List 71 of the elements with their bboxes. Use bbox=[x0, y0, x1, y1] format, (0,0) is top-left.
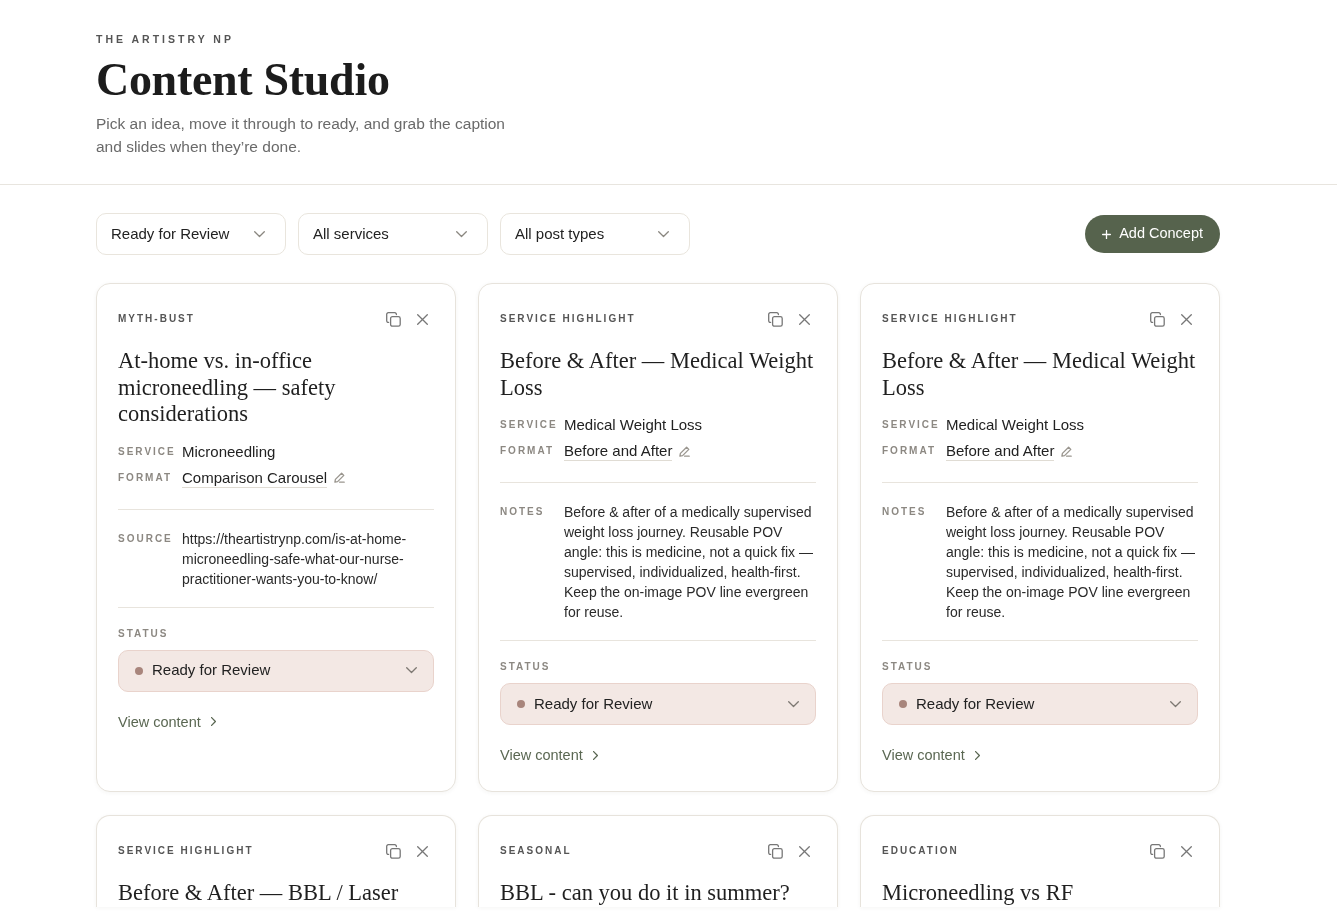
pencil-icon[interactable] bbox=[334, 472, 346, 483]
field-value: Before and After bbox=[946, 441, 1055, 461]
detail-label: NOTES bbox=[882, 505, 928, 519]
pencil-icon[interactable] bbox=[1061, 445, 1073, 457]
card-title: Before & After — Medical Weight Loss bbox=[882, 348, 1197, 401]
chevron-down-icon bbox=[406, 667, 417, 674]
chevron-down-icon bbox=[1170, 700, 1181, 708]
category-label: MYTH-BUST bbox=[118, 312, 195, 326]
copy-icon[interactable] bbox=[1150, 311, 1165, 327]
card-title: Before & After — Medical Weight Loss bbox=[500, 348, 815, 401]
status-dropdown[interactable]: Ready for Review bbox=[882, 683, 1198, 725]
field-label: FORMAT bbox=[500, 444, 556, 458]
category-label: SERVICE HIGHLIGHT bbox=[118, 844, 254, 858]
detail-label: NOTES bbox=[500, 505, 546, 519]
field-label: SERVICE bbox=[500, 418, 559, 432]
field-label: SERVICE bbox=[118, 444, 177, 459]
brand-name: THE ARTISTRY NP bbox=[96, 32, 234, 46]
field-value: Medical Weight Loss bbox=[564, 415, 703, 435]
copy-icon[interactable] bbox=[768, 311, 783, 327]
chevron-right-icon bbox=[974, 750, 980, 760]
chevron-down-icon bbox=[456, 230, 467, 238]
chevron-right-icon bbox=[210, 717, 216, 726]
detail-label: SOURCE bbox=[118, 531, 174, 546]
close-icon[interactable] bbox=[1181, 313, 1192, 325]
field-label: FORMAT bbox=[882, 444, 938, 458]
category-label: SERVICE HIGHLIGHT bbox=[500, 312, 636, 326]
chevron-down-icon bbox=[658, 230, 669, 238]
close-icon[interactable] bbox=[1181, 845, 1192, 857]
card-title: Microneedling vs RF bbox=[882, 880, 1075, 907]
plus-icon bbox=[1102, 229, 1112, 239]
card-title: At-home vs. in-office microneedling — safety considerations bbox=[118, 348, 337, 428]
status-dropdown[interactable]: Ready for Review bbox=[118, 649, 434, 692]
category-label: SEASONAL bbox=[500, 844, 572, 858]
page-title: Content Studio bbox=[96, 53, 390, 107]
pencil-icon[interactable] bbox=[679, 445, 691, 457]
view-content-link[interactable]: View content bbox=[882, 745, 980, 765]
detail-text: https://theartistrynp.com/is-at-home-microneedling-safe-what-our-nurse-practitioner-wants-you-to-know/ bbox=[182, 529, 408, 589]
copy-icon[interactable] bbox=[768, 843, 783, 859]
copy-icon[interactable] bbox=[386, 311, 401, 327]
field-value: Microneedling bbox=[182, 441, 276, 462]
page-subtitle: Pick an idea, move it through to ready, and grab the caption and slides when they’re done. bbox=[96, 114, 506, 157]
field-label: SERVICE bbox=[882, 418, 941, 432]
status-label: STATUS bbox=[500, 660, 552, 674]
filter-dropdown[interactable]: Ready for Review bbox=[96, 213, 286, 255]
category-label: EDUCATION bbox=[882, 844, 959, 858]
status-label: STATUS bbox=[118, 626, 170, 641]
filter-dropdown[interactable]: All services bbox=[298, 213, 488, 255]
field-value: Before and After bbox=[564, 441, 673, 461]
card-title: BBL - can you do it in summer? bbox=[500, 880, 791, 907]
copy-icon[interactable] bbox=[386, 843, 401, 859]
chevron-down-icon bbox=[788, 700, 799, 708]
copy-icon[interactable] bbox=[1150, 843, 1165, 859]
chevron-right-icon bbox=[592, 750, 598, 760]
close-icon[interactable] bbox=[417, 313, 428, 325]
view-content-link[interactable]: View content bbox=[118, 711, 216, 732]
detail-text: Before & after of a medically supervised weight loss journey. Reusable POV angle: this is medicine, not a quick fix — supervised, individualized, health-first. Keep the on-image POV line evergreen for reuse. bbox=[564, 503, 814, 622]
view-content-link[interactable]: View content bbox=[500, 745, 598, 765]
close-icon[interactable] bbox=[799, 313, 810, 325]
card-title: Before & After — BBL / Laser bbox=[118, 880, 400, 907]
field-value: Comparison Carousel bbox=[182, 467, 328, 488]
close-icon[interactable] bbox=[799, 845, 810, 857]
status-dropdown[interactable]: Ready for Review bbox=[500, 683, 816, 725]
filter-dropdown[interactable]: All post types bbox=[500, 213, 690, 255]
field-label: FORMAT bbox=[118, 470, 174, 485]
chevron-down-icon bbox=[254, 230, 265, 238]
detail-text: Before & after of a medically supervised weight loss journey. Reusable POV angle: this is medicine, not a quick fix — supervised, individualized, health-first. Keep the on-image POV line evergreen for reuse. bbox=[946, 503, 1196, 622]
status-label: STATUS bbox=[882, 660, 934, 674]
field-value: Medical Weight Loss bbox=[946, 415, 1085, 435]
category-label: SERVICE HIGHLIGHT bbox=[882, 312, 1018, 326]
add-concept-button[interactable]: Add Concept bbox=[1085, 215, 1220, 253]
close-icon[interactable] bbox=[417, 845, 428, 857]
